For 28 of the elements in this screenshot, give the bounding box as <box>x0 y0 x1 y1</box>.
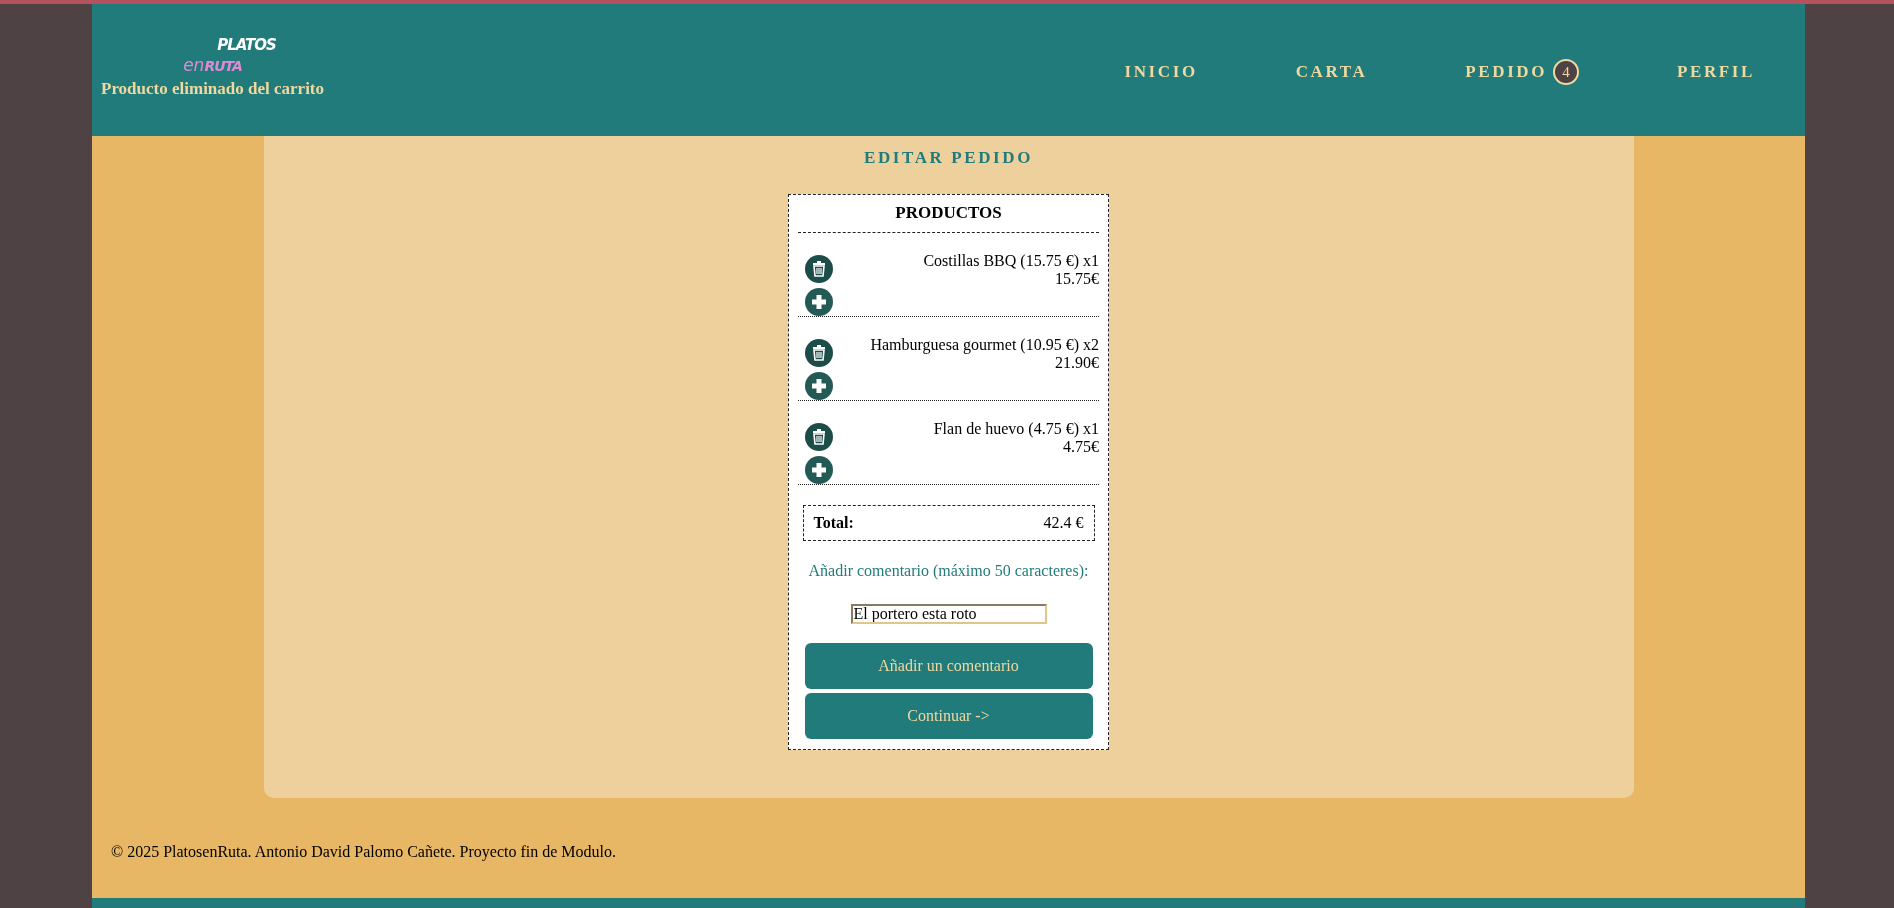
product-name: Costillas BBQ (15.75 €) x1 <box>923 252 1099 270</box>
delete-icon[interactable] <box>805 339 833 367</box>
nav-link[interactable]: INICIO <box>1124 59 1198 85</box>
action-button[interactable]: Añadir un comentario <box>804 643 1093 689</box>
product-name: Flan de huevo (4.75 €) x1 <box>933 420 1099 438</box>
comment-label: Añadir comentario (máximo 50 caracteres): <box>808 562 1089 580</box>
total-label: Total: <box>813 514 854 532</box>
copyright-text: © 2025 PlatosenRuta. Antonio David Palomo Cañete. Proyecto fin de Modulo. <box>111 843 616 861</box>
product-subtotal: 21.90€ <box>1054 354 1099 372</box>
nav-link[interactable]: PERFIL <box>1677 59 1755 85</box>
nav-link[interactable]: PEDIDO 4 <box>1465 59 1580 85</box>
logo[interactable]: PLATOS enRUTA <box>149 35 276 75</box>
delete-icon[interactable] <box>805 255 833 283</box>
product-subtotal: 4.75€ <box>1062 438 1099 456</box>
status-message: Producto eliminado del carrito <box>101 78 325 99</box>
nav-link[interactable]: CARTA <box>1295 59 1368 85</box>
product-subtotal: 15.75€ <box>1054 270 1099 288</box>
products-heading: PRODUCTOS <box>798 195 1099 233</box>
add-icon[interactable] <box>805 372 833 400</box>
add-icon[interactable] <box>805 288 833 316</box>
total-value: 42.4 € <box>1043 514 1084 532</box>
product-name: Hamburguesa gourmet (10.95 €) x2 <box>870 336 1099 354</box>
add-icon[interactable] <box>805 456 833 484</box>
action-button[interactable]: Continuar -> <box>804 693 1093 739</box>
delete-icon[interactable] <box>805 423 833 451</box>
comment-field[interactable]: El portero esta roto <box>850 604 1047 624</box>
page-title: EDITAR PEDIDO <box>864 148 1033 168</box>
count-badge: 4 <box>1553 59 1580 85</box>
